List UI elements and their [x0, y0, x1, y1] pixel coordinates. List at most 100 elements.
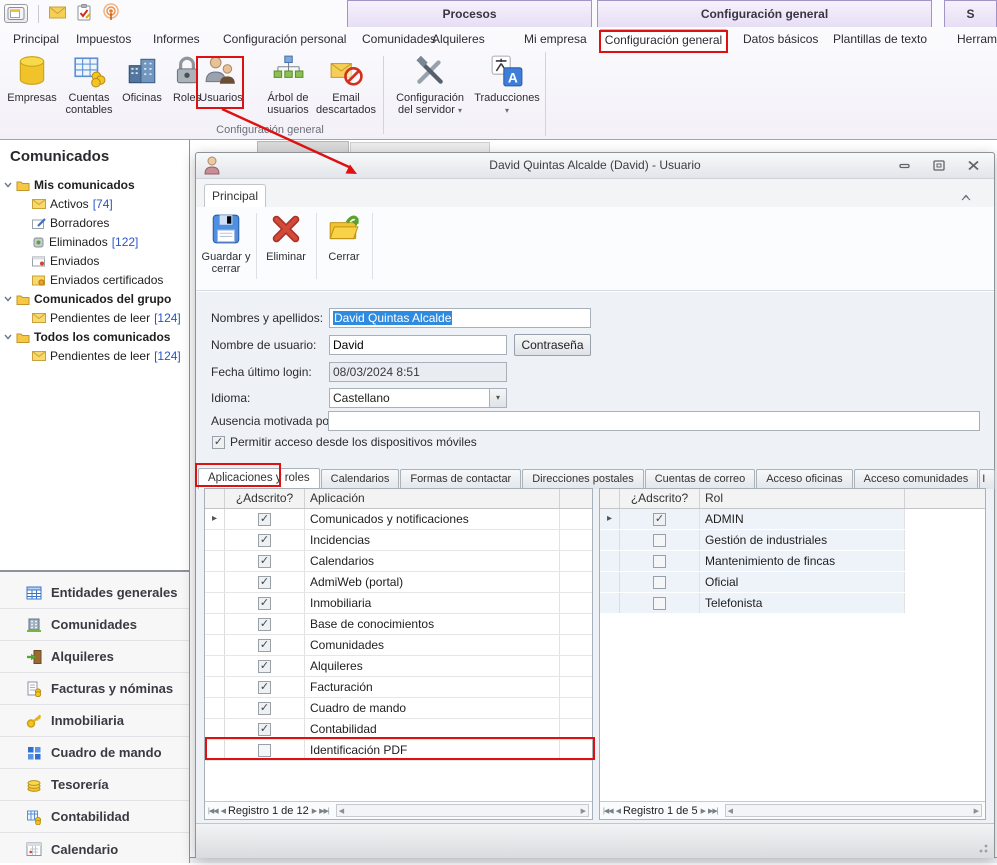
table-row[interactable]: Calendarios: [205, 551, 592, 572]
tab-principal[interactable]: Principal: [13, 29, 59, 50]
row-checkbox[interactable]: [653, 534, 666, 547]
username-input[interactable]: [333, 336, 503, 354]
tab-acceso-comunidades[interactable]: Acceso comunidades: [854, 469, 979, 489]
scroll-right-icon[interactable]: ▶: [974, 807, 979, 815]
configuracion-del-servidor-button[interactable]: Configuración del servidor ▾: [388, 54, 472, 117]
table-row[interactable]: AdmiWeb (portal): [205, 572, 592, 593]
oficinas-button[interactable]: Oficinas: [118, 54, 166, 104]
dialog-tab-principal[interactable]: Principal: [204, 184, 266, 207]
row-checkbox[interactable]: [258, 744, 271, 757]
table-row[interactable]: Base de conocimientos: [205, 614, 592, 635]
table-row[interactable]: Alquileres: [205, 656, 592, 677]
column-adscrito[interactable]: ¿Adscrito?: [620, 489, 700, 508]
mobile-access-checkbox-row[interactable]: Permitir acceso desde los dispositivos m…: [212, 435, 477, 449]
broadcast-icon[interactable]: [102, 3, 120, 24]
table-row[interactable]: Oficial: [600, 572, 985, 593]
tab-direcciones-postales[interactable]: Direcciones postales: [522, 469, 644, 489]
prev-record-icon[interactable]: ◀: [221, 807, 225, 815]
nav-contabilidad[interactable]: Contabilidad: [0, 801, 189, 833]
row-checkbox[interactable]: [258, 639, 271, 652]
table-row[interactable]: Telefonista: [600, 593, 985, 614]
applications-grid-header[interactable]: ¿Adscrito? Aplicación: [205, 489, 592, 509]
row-checkbox[interactable]: [653, 576, 666, 589]
scroll-left-icon[interactable]: ◀: [728, 807, 733, 815]
tree-group-mis-comunicados[interactable]: Mis comunicados: [4, 176, 135, 194]
tab-calendarios[interactable]: Calendarios: [321, 469, 400, 489]
password-button[interactable]: Contraseña: [514, 334, 591, 356]
row-checkbox[interactable]: [258, 513, 271, 526]
table-row[interactable]: ▸ADMIN: [600, 509, 985, 530]
table-row[interactable]: Comunidades: [205, 635, 592, 656]
tree-item-eliminados[interactable]: Eliminados[122]: [32, 233, 138, 251]
row-checkbox[interactable]: [258, 555, 271, 568]
tab-cuentas-de-correo[interactable]: Cuentas de correo: [645, 469, 756, 489]
tree-item-pendientes-todos[interactable]: Pendientes de leer[124]: [32, 347, 181, 365]
collapse-ribbon-icon[interactable]: [960, 191, 972, 205]
tab-acceso-oficinas[interactable]: Acceso oficinas: [756, 469, 852, 489]
first-record-icon[interactable]: |◀◀: [603, 807, 613, 815]
new-mail-icon[interactable]: [49, 6, 66, 22]
tab-impuestos[interactable]: Impuestos: [76, 29, 131, 50]
row-checkbox[interactable]: [258, 618, 271, 631]
scroll-right-icon[interactable]: ▶: [581, 807, 586, 815]
tab-alquileres[interactable]: Alquileres: [432, 29, 485, 50]
row-checkbox[interactable]: [653, 513, 666, 526]
next-record-icon[interactable]: ▶: [312, 807, 316, 815]
absence-field[interactable]: [328, 411, 980, 431]
tasks-icon[interactable]: [76, 4, 92, 24]
next-record-icon[interactable]: ▶: [701, 807, 705, 815]
column-rol[interactable]: Rol: [700, 489, 905, 508]
tree-item-pendientes-grupo[interactable]: Pendientes de leer[124]: [32, 309, 181, 327]
tab-herramientas[interactable]: Herramientas: [957, 29, 997, 50]
row-checkbox[interactable]: [258, 681, 271, 694]
tree-item-activos[interactable]: Activos[74]: [32, 195, 113, 213]
nav-comunidades[interactable]: Comunidades: [0, 609, 189, 641]
username-field[interactable]: [329, 335, 507, 355]
tab-datos-basicos[interactable]: Datos básicos: [743, 29, 818, 50]
tab-truncated[interactable]: I: [979, 469, 995, 489]
row-checkbox[interactable]: [258, 576, 271, 589]
horizontal-scrollbar[interactable]: ◀▶: [725, 804, 982, 817]
row-checkbox[interactable]: [653, 555, 666, 568]
first-record-icon[interactable]: |◀◀: [208, 807, 218, 815]
table-row[interactable]: Cuadro de mando: [205, 698, 592, 719]
tab-informes[interactable]: Informes: [153, 29, 200, 50]
table-row-identificacion-pdf[interactable]: Identificación PDF: [205, 740, 592, 761]
nav-calendario[interactable]: Calendario: [0, 833, 189, 865]
last-record-icon[interactable]: ▶▶|: [319, 807, 329, 815]
row-checkbox[interactable]: [258, 534, 271, 547]
roles-grid-header[interactable]: ¿Adscrito? Rol: [600, 489, 985, 509]
tree-item-enviados-certificados[interactable]: Enviados certificados: [32, 271, 167, 289]
restore-button[interactable]: [930, 158, 948, 173]
app-menu-icon[interactable]: [4, 4, 28, 23]
combo-dropdown-icon[interactable]: ▾: [489, 389, 506, 407]
table-row[interactable]: Inmobiliaria: [205, 593, 592, 614]
nav-alquileres[interactable]: Alquileres: [0, 641, 189, 673]
row-checkbox[interactable]: [258, 723, 271, 736]
table-row[interactable]: Incidencias: [205, 530, 592, 551]
row-checkbox[interactable]: [258, 597, 271, 610]
column-adscrito[interactable]: ¿Adscrito?: [225, 489, 305, 508]
nav-inmobiliaria[interactable]: Inmobiliaria: [0, 705, 189, 737]
name-field[interactable]: David Quintas Alcalde: [329, 308, 591, 328]
table-row[interactable]: Facturación: [205, 677, 592, 698]
table-row[interactable]: ▸Comunicados y notificaciones: [205, 509, 592, 530]
tab-comunidades[interactable]: Comunidades: [362, 29, 436, 50]
prev-record-icon[interactable]: ◀: [616, 807, 620, 815]
guardar-y-cerrar-button[interactable]: Guardar y cerrar: [200, 212, 252, 275]
tab-configuracion-personal[interactable]: Configuración personal: [223, 29, 346, 50]
column-aplicacion[interactable]: Aplicación: [305, 489, 560, 508]
scroll-left-icon[interactable]: ◀: [339, 807, 344, 815]
last-record-icon[interactable]: ▶▶|: [708, 807, 718, 815]
mobile-access-checkbox[interactable]: [212, 436, 225, 449]
eliminar-button[interactable]: Eliminar: [260, 212, 312, 263]
table-row[interactable]: Gestión de industriales: [600, 530, 985, 551]
usuarios-button[interactable]: Usuarios: [198, 54, 244, 104]
table-row[interactable]: Mantenimiento de fincas: [600, 551, 985, 572]
tree-group-todos-los-comunicados[interactable]: Todos los comunicados: [4, 328, 170, 346]
language-combobox[interactable]: Castellano ▾: [329, 388, 507, 408]
tree-item-enviados[interactable]: Enviados: [32, 252, 103, 270]
tab-mi-empresa[interactable]: Mi empresa: [524, 29, 587, 50]
tab-configuracion-general[interactable]: Configuración general: [600, 29, 727, 50]
row-checkbox[interactable]: [653, 597, 666, 610]
